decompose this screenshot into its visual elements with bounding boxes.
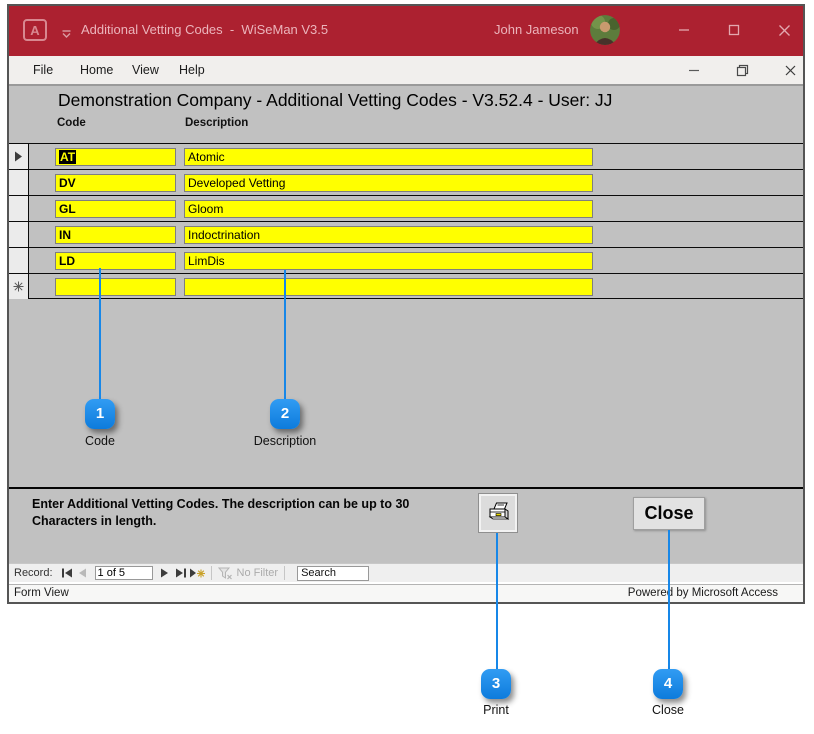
code-field[interactable]: LD — [55, 252, 176, 270]
code-field[interactable]: DV — [55, 174, 176, 192]
quick-access-dropdown-icon[interactable] — [61, 26, 72, 44]
menu-bar: File Home View Help — [7, 56, 805, 86]
record-selector[interactable] — [9, 248, 29, 273]
table-row: IN Indoctrination — [7, 221, 805, 247]
table-row: DV Developed Vetting — [7, 169, 805, 195]
instruction-text: Enter Additional Vetting Codes. The desc… — [32, 496, 477, 529]
view-mode-status: Form View — [14, 587, 69, 599]
printer-icon — [485, 500, 512, 526]
record-selector-current[interactable] — [9, 144, 29, 169]
callout-label-code: Code — [40, 434, 160, 448]
code-field[interactable]: GL — [55, 200, 176, 218]
description-field-empty[interactable] — [184, 278, 593, 296]
window-title: Additional Vetting Codes - WiSeMan V3.5 — [81, 4, 328, 56]
description-field[interactable]: Atomic — [184, 148, 593, 166]
close-button[interactable]: Close — [633, 497, 705, 530]
callout-line-4 — [668, 530, 670, 670]
titlebar-minimize-button[interactable] — [669, 4, 699, 56]
print-button[interactable] — [478, 493, 518, 533]
table-row: LD LimDis — [7, 247, 805, 273]
menu-view[interactable]: View — [132, 56, 159, 84]
last-record-button[interactable] — [173, 566, 189, 580]
record-navigation-bar: Record: — [7, 563, 805, 582]
selected-text: AT — [59, 150, 76, 164]
callout-label-close: Close — [608, 703, 728, 717]
column-header-description: Description — [185, 117, 248, 129]
first-record-button[interactable] — [59, 566, 75, 580]
menu-help[interactable]: Help — [179, 56, 205, 84]
menu-home[interactable]: Home — [80, 56, 113, 84]
menu-file[interactable]: File — [33, 56, 53, 84]
divider — [284, 566, 285, 580]
table-row-new-record — [7, 273, 805, 299]
code-field[interactable]: IN — [55, 226, 176, 244]
svg-text:A: A — [30, 23, 40, 38]
record-nav-label: Record: — [14, 567, 53, 579]
filter-funnel-icon — [218, 567, 233, 580]
callout-label-description: Description — [225, 434, 345, 448]
callout-badge-1: 1 — [85, 399, 115, 429]
titlebar-maximize-button[interactable] — [719, 4, 749, 56]
right-arrow-icon — [14, 151, 23, 162]
table-row: AT Atomic — [7, 143, 805, 169]
callout-line-1 — [99, 268, 101, 400]
asterisk-icon — [13, 281, 24, 292]
section-divider — [7, 487, 805, 489]
description-field[interactable]: Developed Vetting — [184, 174, 593, 192]
logged-in-user: John Jameson — [494, 4, 579, 56]
powered-by-text: Powered by Microsoft Access — [628, 587, 778, 599]
callout-badge-4: 4 — [653, 669, 683, 699]
ribbon-minimize-button[interactable] — [679, 56, 709, 84]
access-app-icon[interactable]: A — [23, 19, 47, 46]
callout-badge-3: 3 — [481, 669, 511, 699]
title-bar: A Additional Vetting Codes - WiSeMan V3.… — [7, 4, 805, 56]
description-field[interactable]: Gloom — [184, 200, 593, 218]
record-position-input[interactable] — [95, 566, 153, 580]
new-record-button[interactable] — [189, 566, 205, 580]
code-field-empty[interactable] — [55, 278, 176, 296]
callout-label-print: Print — [436, 703, 556, 717]
record-selector[interactable] — [9, 222, 29, 247]
record-selector[interactable] — [9, 170, 29, 195]
next-record-button[interactable] — [157, 566, 173, 580]
form-title: Demonstration Company - Additional Vetti… — [58, 90, 698, 111]
record-selector[interactable] — [9, 196, 29, 221]
app-window: A Additional Vetting Codes - WiSeMan V3.… — [7, 4, 805, 604]
status-bar: Form View Powered by Microsoft Access — [7, 584, 805, 602]
titlebar-close-button[interactable] — [769, 4, 799, 56]
user-avatar[interactable] — [590, 15, 620, 45]
divider — [211, 566, 212, 580]
code-field[interactable]: AT — [55, 148, 176, 166]
ribbon-restore-button[interactable] — [727, 56, 757, 84]
callout-line-3 — [496, 533, 498, 670]
description-field[interactable]: LimDis — [184, 252, 593, 270]
callout-line-2 — [284, 270, 286, 400]
filter-label: No Filter — [237, 567, 279, 579]
description-field[interactable]: Indoctrination — [184, 226, 593, 244]
ribbon-close-button[interactable] — [775, 56, 805, 84]
previous-record-button[interactable] — [75, 566, 91, 580]
filter-toggle-button[interactable]: No Filter — [218, 567, 279, 580]
callout-badge-2: 2 — [270, 399, 300, 429]
search-input[interactable] — [297, 566, 369, 581]
table-row: GL Gloom — [7, 195, 805, 221]
record-selector-new[interactable] — [9, 274, 29, 299]
column-header-code: Code — [57, 117, 86, 129]
